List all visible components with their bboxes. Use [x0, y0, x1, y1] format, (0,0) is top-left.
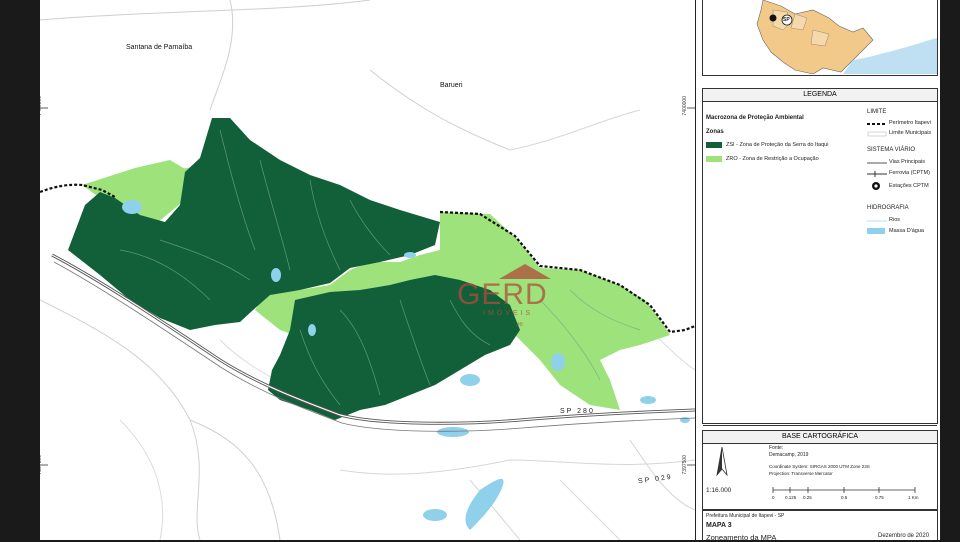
- coord-top-right: 7400000: [682, 96, 688, 116]
- legend-sistema-title: SISTEMA VIÁRIO: [867, 147, 916, 153]
- legend-massa: Massa D'água: [889, 228, 924, 234]
- coord-top-left: 7400000: [40, 96, 43, 116]
- north-arrow-icon: [716, 447, 728, 477]
- limite-symbol: [867, 131, 887, 137]
- footer-org: Prefeitura Municipal de Itapevi - SP: [706, 513, 785, 519]
- massa-swatch: [867, 228, 885, 234]
- zsi-swatch: [706, 142, 722, 148]
- map-canvas: [40, 0, 695, 540]
- zro-swatch: [706, 156, 722, 162]
- legend-zro: ZRO - Zona de Restrição a Ocupação: [726, 156, 819, 162]
- scale-tick-5: 1 Km: [908, 495, 919, 500]
- base-fonte-val: Demacamp, 2019: [769, 452, 809, 458]
- base-coord-sys: Coordinate System: SIRGAS 2000 UTM Zone …: [769, 464, 870, 469]
- watermark-brand: GERD: [457, 278, 548, 311]
- scale-tick-1: 0.125: [785, 495, 797, 500]
- watermark-sub: IMÓVEIS: [483, 310, 534, 317]
- legend-vias: Vias Principais: [889, 159, 925, 165]
- watermark-num: 36: [516, 322, 523, 328]
- legend-box: LEGENDA Macrozona de Proteção Ambiental …: [702, 88, 938, 426]
- legend-hidro-title: HIDROGRAFIA: [867, 205, 909, 211]
- side-panel: SP LEGENDA Macrozona de Proteção Ambient…: [696, 0, 940, 542]
- legend-perimetro: Perímetro Itapevi: [889, 120, 931, 126]
- map-sheet: Santana de Parnaíba Barueri 7400000 7400…: [40, 0, 940, 542]
- legend-rios: Rios: [889, 217, 901, 223]
- legend-zsi: ZSI - Zona de Proteção da Serra do Itaqu…: [726, 142, 829, 148]
- label-barueri: Barueri: [440, 82, 463, 89]
- coord-bottom-right: 7397500: [682, 455, 688, 475]
- base-scale: 1:16.000: [706, 487, 732, 494]
- footer-date: Dezembro de 2020: [878, 533, 930, 539]
- coord-bottom-left: 7397500: [40, 455, 43, 475]
- ferrovia-symbol: [867, 171, 887, 177]
- label-sp280: SP 280: [560, 408, 595, 415]
- inset-svg: [703, 0, 937, 75]
- vias-symbol: [867, 162, 887, 164]
- footer-mapa: MAPA 3: [706, 522, 732, 529]
- scale-tick-3: 0.5: [841, 495, 848, 500]
- rios-symbol: [867, 220, 887, 222]
- perimeter-symbol: [867, 123, 887, 125]
- footer-subtitle: Zoneamento da MPA: [706, 533, 777, 542]
- footer-box: Prefeitura Municipal de Itapevi - SP MAP…: [702, 510, 938, 542]
- map-frame[interactable]: Santana de Parnaíba Barueri 7400000 7400…: [40, 0, 696, 540]
- scale-tick-0: 0: [772, 495, 775, 500]
- base-projection: Projection: Transverse Mercator: [769, 471, 833, 476]
- base-title: BASE CARTOGRÁFICA: [703, 431, 937, 444]
- inset-map: SP: [702, 0, 938, 76]
- scale-tick-2: 0.25: [803, 495, 812, 500]
- inset-sp-label: SP: [783, 17, 790, 23]
- legend-estacoes: Estações CPTM: [889, 183, 929, 189]
- legend-limite-municipais: Limite Municipais: [889, 130, 932, 136]
- legend-ferrovia: Ferrovia (CPTM): [889, 170, 930, 176]
- base-box: BASE CARTOGRÁFICA Fonte: Demacamp, 2019 …: [702, 430, 938, 510]
- station-icon: [872, 182, 880, 190]
- scale-tick-4: 0.75: [875, 495, 884, 500]
- legend-limite-title: LIMITE: [867, 109, 887, 115]
- label-santana: Santana de Parnaíba: [126, 44, 193, 51]
- scale-bar: [772, 487, 916, 493]
- legend-zonas: Zonas: [706, 129, 724, 135]
- legend-title: LEGENDA: [703, 89, 937, 102]
- base-fonte: Fonte:: [769, 445, 784, 451]
- legend-macrozona: Macrozona de Proteção Ambiental: [706, 115, 804, 121]
